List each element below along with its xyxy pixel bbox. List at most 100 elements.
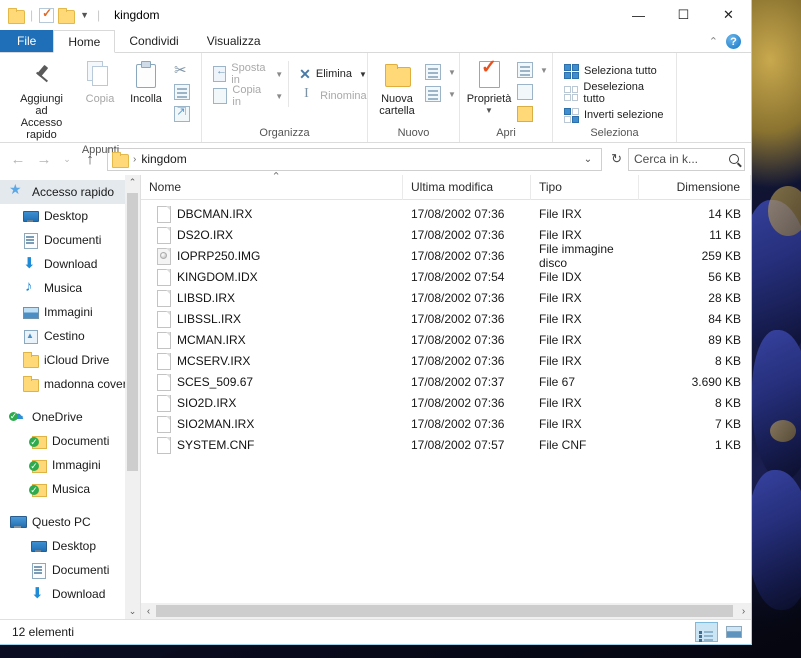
sidebar-item-immagini[interactable]: Immagini⇲ [0,300,140,324]
maximize-button[interactable]: ☐ [661,0,706,30]
sidebar-item-download[interactable]: Download⇲ [0,252,140,276]
nav-group-gap [0,396,140,405]
delete-button[interactable]: ✕ Elimina ▼ [294,63,372,85]
scrollbar-thumb[interactable] [127,193,138,471]
paste-icon [134,61,158,89]
file-modified-cell: 17/08/2002 07:36 [411,248,505,263]
table-row[interactable]: SIO2D.IRX 17/08/2002 07:36 File IRX 8 KB [141,392,751,413]
table-row[interactable]: IOPRP250.IMG 17/08/2002 07:36 File immagin… [141,242,751,270]
table-row[interactable]: SCES_509.67 17/08/2002 07:37 File 67 3.690 … [141,371,751,392]
search-box[interactable]: Cerca in k... [628,147,745,171]
paste-shortcut-button[interactable] [169,103,195,125]
properties-icon[interactable] [39,6,55,23]
sidebar-item-musica[interactable]: Musica [0,477,140,501]
close-button[interactable]: ✕ [706,0,751,30]
history-button[interactable] [512,103,553,125]
sidebar-item-label: Questo PC [32,515,91,529]
sidebar-item-immagini[interactable]: Immagini [0,453,140,477]
properties-label: Proprietà [466,93,512,105]
select-all-button[interactable]: Seleziona tutto [559,60,670,82]
sidebar-item-desktop[interactable]: Desktop [0,534,140,558]
easy-access-button[interactable]: ▼ [420,83,461,105]
invert-selection-button[interactable]: Inverti selezione [559,104,670,126]
large-icons-view-button[interactable] [722,622,745,642]
sidebar-item-cestino[interactable]: Cestino⇲ [0,324,140,348]
table-row[interactable]: LIBSD.IRX 17/08/2002 07:36 File IRX 28 KB [141,287,751,308]
pictures-icon [22,304,39,320]
collapse-ribbon-icon[interactable]: ⌃ [709,35,718,48]
horizontal-scrollbar[interactable]: ‹ › [141,603,751,619]
table-row[interactable]: KINGDOM.IDX 17/08/2002 07:54 File IDX 56 KB [141,266,751,287]
file-modified-cell: 17/08/2002 07:36 [411,332,505,347]
file-name-label: SIO2MAN.IRX [177,416,255,431]
file-explorer-window: | ▼ | kingdom — ☐ ✕ File Home Condividi … [0,0,752,645]
help-icon[interactable]: ? [726,34,741,49]
sidebar-item-onedrive[interactable]: OneDrive [0,405,140,429]
details-view-button[interactable] [695,622,718,642]
paste-button[interactable]: Incolla [123,57,169,108]
column-header-dimensione[interactable]: Dimensione [639,174,751,200]
scroll-up-icon[interactable]: ⌃ [129,175,137,190]
pin-to-quick-access-button[interactable]: Aggiungi ad Accesso rapido [6,57,77,144]
navigation-scrollbar[interactable]: ⌃ ⌄ [125,175,140,619]
hscrollbar-thumb[interactable] [156,605,733,617]
pin-icon [31,63,53,87]
move-to-button[interactable]: Sposta in ▼ [208,62,288,86]
refresh-button[interactable]: ↻ [607,151,626,167]
copy-path-button[interactable] [169,81,195,103]
sidebar-item-desktop[interactable]: Desktop⇲ [0,204,140,228]
folder-icon[interactable] [8,8,25,24]
tab-file[interactable]: File [0,30,54,52]
tab-visualizza[interactable]: Visualizza [193,30,275,52]
table-row[interactable]: SIO2MAN.IRX 17/08/2002 07:36 File IRX 7 KB [141,413,751,434]
deselect-all-label: Deseleziona tutto [583,81,644,105]
address-dropdown-icon[interactable]: ⌄ [579,154,597,165]
file-name-label: MCMAN.IRX [177,332,246,347]
sidebar-item-madonna-cover[interactable]: madonna cover [0,372,140,396]
table-row[interactable]: LIBSSL.IRX 17/08/2002 07:36 File IRX 84 KB [141,308,751,329]
sidebar-item-documenti[interactable]: Documenti⇲ [0,228,140,252]
deselect-all-button[interactable]: Deseleziona tutto [559,81,670,105]
table-row[interactable]: DS2O.IRX 17/08/2002 07:36 File IRX 11 KB [141,224,751,245]
edit-button[interactable] [512,81,553,103]
new-folder-icon[interactable] [58,8,76,24]
file-icon [157,353,171,370]
column-header-tipo[interactable]: Tipo [531,174,639,200]
hscroll-right-icon[interactable]: › [736,606,751,617]
chevron-down-icon[interactable]: ▼ [78,10,91,20]
sidebar-item-documenti[interactable]: Documenti [0,429,140,453]
rename-button[interactable]: Rinomina [294,85,372,107]
column-header-ultima-modifica[interactable]: Ultima modifica [403,174,531,200]
tab-home[interactable]: Home [53,30,116,53]
select-all-icon [564,63,579,79]
documents-icon [22,232,38,249]
sidebar-item-download[interactable]: Download [0,582,140,606]
minimize-button[interactable]: — [616,0,661,30]
new-folder-button[interactable]: Nuova cartella [374,57,420,120]
hscroll-left-icon[interactable]: ‹ [141,606,156,617]
ribbon-group-seleziona: Seleziona tutto Deseleziona tutto Invert… [553,53,677,142]
properties-button[interactable]: Proprietà ▼ [466,57,512,120]
new-item-icon [425,64,441,80]
copy-button[interactable]: Copia [77,57,123,108]
sidebar-item-questo-pc[interactable]: Questo PC [0,510,140,534]
sidebar-item-icloud-drive[interactable]: iCloud Drive⇲ [0,348,140,372]
copy-to-button[interactable]: Copia in ▼ [208,84,288,108]
table-row[interactable]: SYSTEM.CNF 17/08/2002 07:57 File CNF 1 KB [141,434,751,455]
file-modified-cell: 17/08/2002 07:36 [411,416,505,431]
table-row[interactable]: MCSERV.IRX 17/08/2002 07:36 File IRX 8 KB [141,350,751,371]
sidebar-item-musica[interactable]: Musica⇲ [0,276,140,300]
tab-condividi[interactable]: Condividi [115,30,192,52]
scroll-down-icon[interactable]: ⌄ [129,604,137,619]
cut-button[interactable]: ✂ [169,59,195,81]
sidebar-item-documenti[interactable]: Documenti [0,558,140,582]
column-header-nome[interactable]: Nome [141,170,403,200]
sidebar-item-label: iCloud Drive [44,353,110,367]
sidebar-item-accesso-rapido[interactable]: Accesso rapido [0,180,140,204]
table-row[interactable]: MCMAN.IRX 17/08/2002 07:36 File IRX 89 KB [141,329,751,350]
open-with-button[interactable]: ▼ [512,59,553,81]
table-row[interactable]: DBCMAN.IRX 17/08/2002 07:36 File IRX 14 KB [141,203,751,224]
chevron-down-icon[interactable]: ▼ [485,105,493,117]
new-item-button[interactable]: ▼ [420,61,461,83]
search-input[interactable]: Cerca in k... [634,152,698,166]
